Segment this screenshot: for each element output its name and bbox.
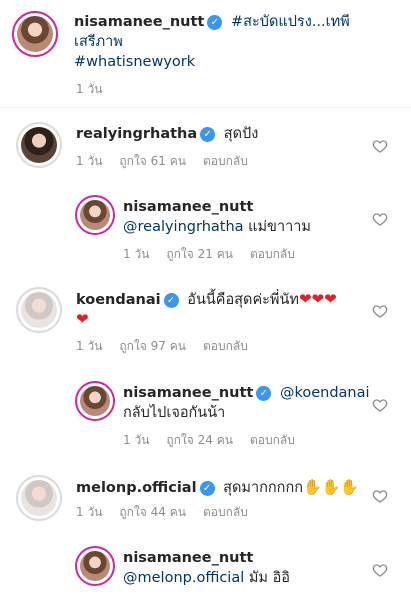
mention-link[interactable]: @koendanai bbox=[280, 385, 370, 401]
waving-hand-emoji: ✋✋✋ bbox=[303, 478, 360, 496]
reply-button[interactable]: ตอบกลับ bbox=[203, 505, 248, 519]
reply-button[interactable]: ตอบกลับ bbox=[203, 339, 248, 353]
like-count[interactable]: ถูกใจ 21 คน bbox=[166, 247, 233, 261]
like-count[interactable]: ถูกใจ 44 คน bbox=[119, 505, 186, 519]
heart-outline-icon[interactable] bbox=[372, 397, 388, 413]
comment: melonp.official ✓ สุดมากกกกก✋✋✋ 1 วัน ถูกใ… bbox=[0, 470, 411, 530]
like-count[interactable]: ถูกใจ 97 คน bbox=[119, 339, 186, 353]
verified-badge-icon: ✓ bbox=[199, 481, 215, 496]
timestamp: 1 วัน bbox=[123, 433, 150, 447]
comment-reply: nisamanee_nutt ✓ @koendanai กลับไปเจอกันน… bbox=[0, 376, 411, 456]
heart-outline-icon[interactable] bbox=[372, 562, 388, 578]
red-heart-emoji: ❤ bbox=[76, 310, 89, 328]
reply-button[interactable]: ตอบกลับ bbox=[250, 247, 295, 261]
comment: realyingrhatha ✓ สุดปัง 1 วัน ถูกใจ 61 คน ต… bbox=[0, 117, 411, 177]
avatar[interactable] bbox=[16, 475, 62, 521]
timestamp: 1 วัน bbox=[76, 505, 103, 519]
comment: koendanai ✓ อันนี้คือสุดค่ะพี่นัท❤❤❤ ❤ 1 … bbox=[0, 282, 411, 362]
comment-text: มัม อิอิ bbox=[248, 570, 291, 586]
comment-reply: nisamanee_nutt @melonp.official มัม อิอิ bbox=[0, 541, 411, 600]
avatar[interactable] bbox=[16, 287, 62, 333]
comment-text: แม่ขาาาม bbox=[248, 219, 311, 235]
username[interactable]: nisamanee_nutt bbox=[123, 550, 253, 566]
avatar[interactable] bbox=[12, 11, 58, 57]
verified-badge-icon: ✓ bbox=[163, 293, 179, 308]
timestamp: 1 วัน bbox=[123, 247, 150, 261]
timestamp: 1 วัน bbox=[76, 82, 103, 96]
timestamp: 1 วัน bbox=[76, 339, 103, 353]
heart-outline-icon[interactable] bbox=[372, 211, 388, 227]
username[interactable]: koendanai bbox=[76, 292, 161, 308]
hashtag-link[interactable]: เสรีภาพ bbox=[74, 32, 123, 52]
comment-text: อันนี้คือสุดค่ะพี่นัท bbox=[187, 292, 299, 308]
username[interactable]: melonp.official bbox=[76, 480, 197, 496]
username[interactable]: realyingrhatha bbox=[76, 126, 197, 142]
avatar[interactable] bbox=[16, 122, 62, 168]
avatar[interactable] bbox=[75, 195, 115, 235]
reply-button[interactable]: ตอบกลับ bbox=[203, 154, 248, 168]
heart-outline-icon[interactable] bbox=[372, 303, 388, 319]
verified-badge-icon: ✓ bbox=[200, 127, 216, 142]
comment-text: กลับไปเจอกันน้า bbox=[123, 405, 226, 421]
divider bbox=[0, 107, 411, 108]
verified-badge-icon: ✓ bbox=[207, 15, 223, 30]
username[interactable]: nisamanee_nutt bbox=[123, 385, 253, 401]
reply-button[interactable]: ตอบกลับ bbox=[250, 433, 295, 447]
comment-reply: nisamanee_nutt @realyingrhatha แม่ขาาาม … bbox=[0, 190, 411, 270]
verified-badge-icon: ✓ bbox=[256, 386, 272, 401]
comment-text: สุดปัง bbox=[223, 126, 259, 142]
mention-link[interactable]: @melonp.official bbox=[123, 570, 244, 586]
red-heart-emoji: ❤❤❤ bbox=[298, 290, 337, 308]
heart-outline-icon[interactable] bbox=[372, 138, 388, 154]
mention-link[interactable]: @realyingrhatha bbox=[123, 219, 244, 235]
like-count[interactable]: ถูกใจ 61 คน bbox=[119, 154, 186, 168]
heart-outline-icon[interactable] bbox=[372, 488, 388, 504]
username[interactable]: nisamanee_nutt bbox=[123, 199, 253, 215]
timestamp: 1 วัน bbox=[76, 154, 103, 168]
comment-text: สุดมากกกกก bbox=[223, 480, 304, 496]
post-caption: nisamanee_nutt ✓ #สะบัดแปรง...เทพี เสรีภา… bbox=[0, 0, 411, 107]
avatar[interactable] bbox=[75, 546, 115, 586]
hashtag-link[interactable]: #whatisnewyork bbox=[74, 52, 195, 72]
username[interactable]: nisamanee_nutt bbox=[74, 14, 204, 30]
avatar[interactable] bbox=[75, 381, 115, 421]
hashtag-link[interactable]: #สะบัดแปรง...เทพี bbox=[231, 14, 350, 30]
like-count[interactable]: ถูกใจ 24 คน bbox=[166, 433, 233, 447]
